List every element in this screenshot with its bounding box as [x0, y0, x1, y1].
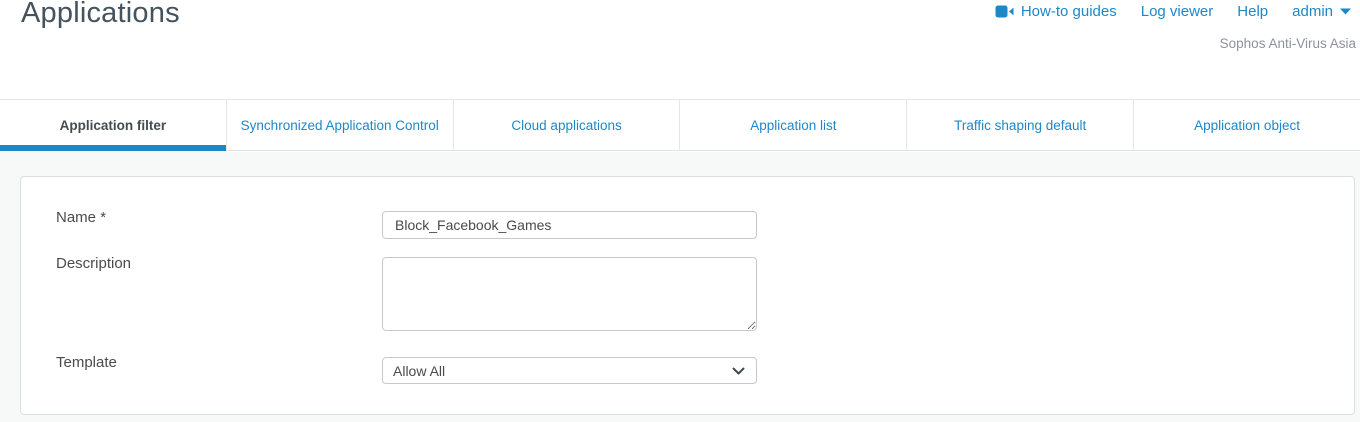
name-input[interactable]: [382, 211, 757, 239]
video-camera-icon: [995, 5, 1014, 18]
admin-menu[interactable]: admin: [1292, 3, 1351, 20]
content-area: Name * Description Template Allow All: [0, 152, 1360, 422]
template-select[interactable]: Allow All: [382, 357, 757, 384]
tab-traffic-shaping-default[interactable]: Traffic shaping default: [907, 100, 1134, 150]
required-marker: *: [100, 209, 106, 226]
description-textarea[interactable]: [382, 257, 757, 331]
how-to-guides-label: How-to guides: [1021, 3, 1117, 20]
tab-application-filter[interactable]: Application filter: [0, 100, 227, 150]
tab-application-object[interactable]: Application object: [1134, 100, 1360, 150]
description-label: Description: [56, 255, 131, 272]
log-viewer-link[interactable]: Log viewer: [1141, 3, 1214, 20]
application-filter-form-panel: Name * Description Template Allow All: [20, 176, 1355, 415]
page-title: Applications: [21, 0, 180, 30]
help-label: Help: [1237, 3, 1268, 20]
name-label: Name *: [56, 209, 106, 226]
template-label: Template: [56, 354, 117, 371]
admin-label: admin: [1292, 3, 1333, 20]
log-viewer-label: Log viewer: [1141, 3, 1214, 20]
tab-bar: Application filter Synchronized Applicat…: [0, 99, 1360, 151]
help-link[interactable]: Help: [1237, 3, 1268, 20]
tab-application-list[interactable]: Application list: [680, 100, 907, 150]
how-to-guides-link[interactable]: How-to guides: [995, 3, 1117, 20]
top-nav: How-to guides Log viewer Help admin: [995, 3, 1351, 20]
account-name: Sophos Anti-Virus Asia: [1220, 36, 1356, 51]
page-header: Applications How-to guides Log viewer He…: [0, 0, 1360, 99]
caret-down-icon: [1340, 8, 1351, 15]
tab-cloud-applications[interactable]: Cloud applications: [454, 100, 681, 150]
template-select-wrap: Allow All: [382, 357, 757, 384]
tab-synchronized-application-control[interactable]: Synchronized Application Control: [227, 100, 454, 150]
